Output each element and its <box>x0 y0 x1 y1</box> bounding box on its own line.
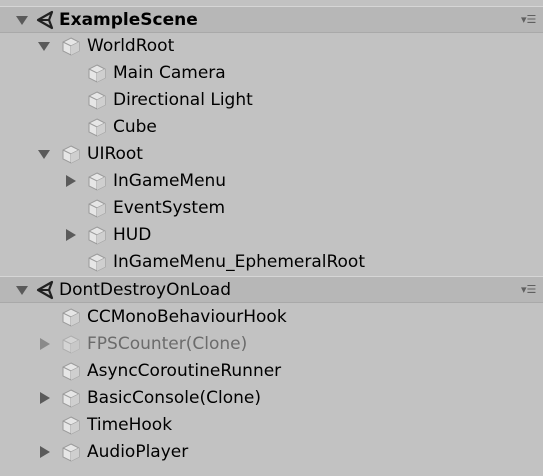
cube-icon <box>87 117 107 137</box>
hierarchy-item-ingamemenu[interactable]: InGameMenu <box>0 168 543 195</box>
cube-icon <box>61 388 81 408</box>
cube-icon <box>87 90 107 110</box>
scene-name: DontDestroyOnLoad <box>59 280 232 300</box>
item-label: FPSCounter(Clone) <box>87 334 248 354</box>
context-menu-icon[interactable]: ▾☰ <box>521 14 536 26</box>
expand-arrow-right-icon[interactable] <box>40 338 50 350</box>
cube-icon <box>87 198 107 218</box>
cube-icon <box>61 361 81 381</box>
hierarchy-item-timehook[interactable]: TimeHook <box>0 412 543 439</box>
cube-icon <box>87 225 107 245</box>
expand-arrow-right-icon[interactable] <box>40 446 50 458</box>
item-label: InGameMenu <box>113 171 227 191</box>
item-label: BasicConsole(Clone) <box>87 388 261 408</box>
scene-name: ExampleScene <box>59 10 198 30</box>
expand-arrow-down-icon[interactable] <box>16 286 28 295</box>
hierarchy-item-ingamemenu-ephemeralroot[interactable]: InGameMenu_EphemeralRoot <box>0 249 543 276</box>
hierarchy-item-main-camera[interactable]: Main Camera <box>0 60 543 87</box>
hierarchy-item-audioplayer[interactable]: AudioPlayer <box>0 439 543 466</box>
item-label: AsyncCoroutineRunner <box>87 361 282 381</box>
hierarchy-item-cube[interactable]: Cube <box>0 114 543 141</box>
cube-icon <box>61 36 81 56</box>
expand-arrow-down-icon[interactable] <box>38 150 50 159</box>
context-menu-icon[interactable]: ▾☰ <box>521 284 536 296</box>
hierarchy-item-worldroot[interactable]: WorldRoot <box>0 33 543 60</box>
item-label: CCMonoBehaviourHook <box>87 307 287 327</box>
cube-icon <box>61 307 81 327</box>
hierarchy-item-asynccoroutinerunner[interactable]: AsyncCoroutineRunner <box>0 358 543 385</box>
expand-arrow-down-icon[interactable] <box>16 16 28 25</box>
expand-arrow-right-icon[interactable] <box>66 229 76 241</box>
hierarchy-item-directional-light[interactable]: Directional Light <box>0 87 543 114</box>
item-label: EventSystem <box>113 198 226 218</box>
item-label: InGameMenu_EphemeralRoot <box>113 252 366 272</box>
item-label: Cube <box>113 117 157 137</box>
cube-icon <box>87 171 107 191</box>
item-label: HUD <box>113 225 152 245</box>
item-label: TimeHook <box>87 415 173 435</box>
hierarchy-panel: ExampleScene ▾☰ WorldRoot Main Camera Di… <box>0 0 543 476</box>
hierarchy-item-ccmonobehaviourhook[interactable]: CCMonoBehaviourHook <box>0 304 543 331</box>
cube-icon <box>61 334 81 354</box>
unity-scene-icon <box>35 280 55 300</box>
scene-header-dontdestroyonload[interactable]: DontDestroyOnLoad ▾☰ <box>0 276 543 303</box>
hierarchy-item-basicconsole-clone[interactable]: BasicConsole(Clone) <box>0 385 543 412</box>
expand-arrow-down-icon[interactable] <box>38 42 50 51</box>
expand-arrow-right-icon[interactable] <box>40 392 50 404</box>
item-label: AudioPlayer <box>87 442 189 462</box>
cube-icon <box>87 252 107 272</box>
unity-scene-icon <box>35 10 55 30</box>
cube-icon <box>61 442 81 462</box>
item-label: Directional Light <box>113 90 253 110</box>
hierarchy-item-eventsystem[interactable]: EventSystem <box>0 195 543 222</box>
scene-header-examplescene[interactable]: ExampleScene ▾☰ <box>0 6 543 33</box>
item-label: WorldRoot <box>87 36 175 56</box>
hierarchy-item-hud[interactable]: HUD <box>0 222 543 249</box>
cube-icon <box>61 144 81 164</box>
hierarchy-item-uiroot[interactable]: UIRoot <box>0 141 543 168</box>
item-label: Main Camera <box>113 63 226 83</box>
item-label: UIRoot <box>87 144 143 164</box>
cube-icon <box>87 63 107 83</box>
cube-icon <box>61 415 81 435</box>
hierarchy-item-fpscounter-clone[interactable]: FPSCounter(Clone) <box>0 331 543 358</box>
expand-arrow-right-icon[interactable] <box>66 175 76 187</box>
